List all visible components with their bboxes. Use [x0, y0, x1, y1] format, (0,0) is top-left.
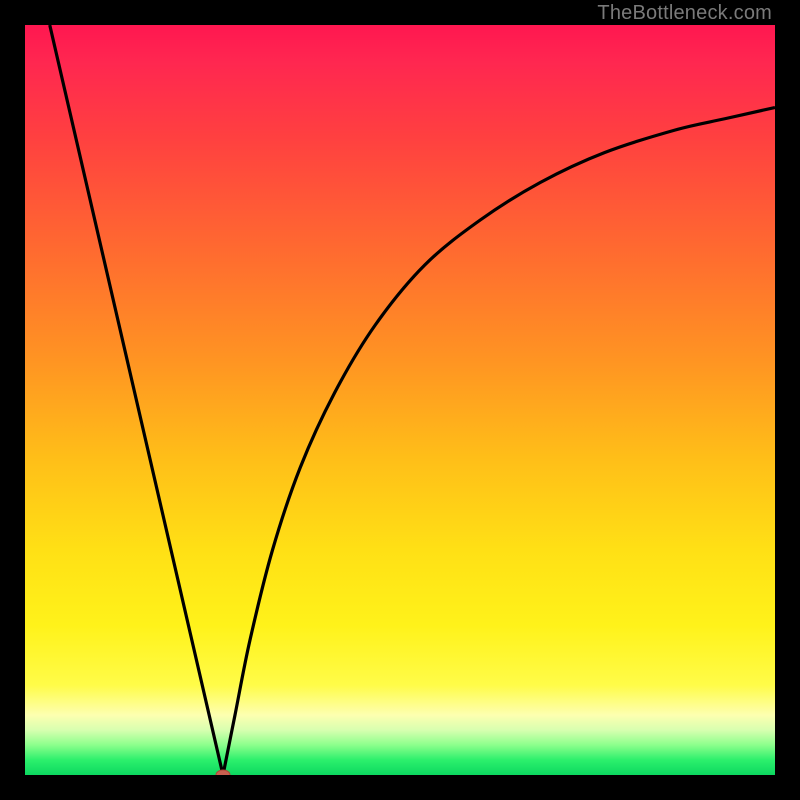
attribution-text: TheBottleneck.com	[597, 2, 772, 25]
bottleneck-curve	[25, 25, 775, 775]
chart-container: TheBottleneck.com	[0, 0, 800, 800]
optimal-point-marker	[216, 770, 230, 775]
bottleneck-curve-path	[50, 25, 775, 775]
plot-frame	[25, 25, 775, 775]
